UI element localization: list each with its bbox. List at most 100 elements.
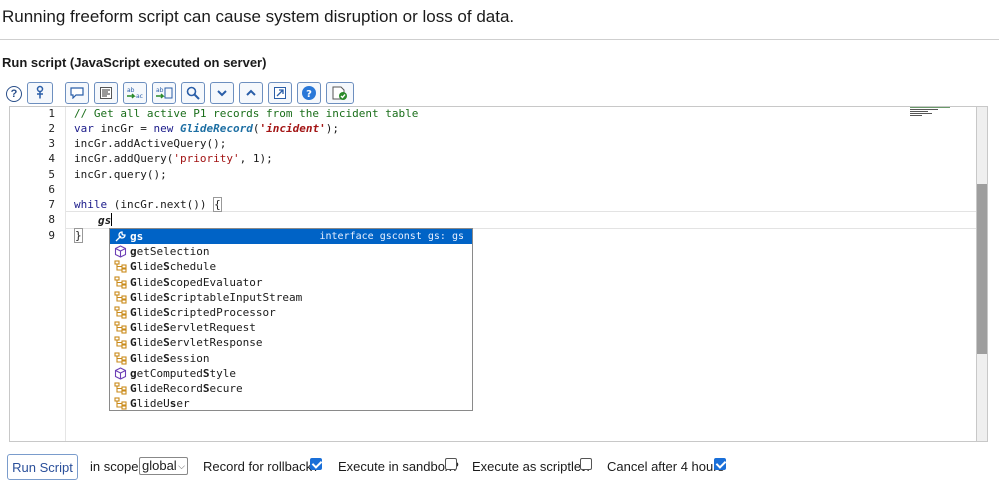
fullscreen-button[interactable]: [268, 82, 292, 104]
scope-label: in scope: [90, 459, 139, 474]
autocomplete-item[interactable]: GlideSchedule: [110, 259, 472, 274]
autocomplete-detail: interface gsconst gs: gs: [319, 231, 465, 242]
code-text: incGr.addQuery(: [74, 152, 174, 165]
autocomplete-item[interactable]: GlideRecordSecure: [110, 381, 472, 396]
line-number: 7: [48, 198, 55, 211]
autocomplete-item-label: GlideSession: [130, 351, 210, 365]
line-number: 4: [48, 152, 55, 165]
autocomplete-item[interactable]: GlideUser: [110, 396, 472, 411]
text-cursor: [111, 213, 113, 226]
code-line-4: incGr.addQuery('priority', 1);: [74, 152, 273, 165]
find-next-button[interactable]: [210, 82, 234, 104]
help-circle-icon: ?: [302, 86, 316, 100]
matching-brace: {: [213, 197, 222, 212]
code-string: 'incident': [259, 122, 326, 135]
scriptlet-label: Execute as scriptlet?: [472, 459, 592, 474]
autocomplete-list: gs interface gsconst gs: gs getSelection Gl…: [109, 228, 473, 411]
rollback-checkbox[interactable]: [310, 458, 322, 470]
class-icon: [114, 291, 127, 304]
section-title: Run script (JavaScript executed on serve…: [2, 55, 267, 70]
autocomplete-item-label: GlideUser: [130, 397, 190, 411]
scope-select[interactable]: global ⌵: [139, 457, 188, 475]
class-icon: [114, 306, 127, 319]
search-button[interactable]: [181, 82, 205, 104]
script-include-icon: [36, 85, 44, 99]
comment-icon: [70, 87, 84, 99]
comment-button[interactable]: [65, 82, 89, 104]
autocomplete-item-label: GlideScopedEvaluator: [130, 275, 263, 289]
autocomplete-item[interactable]: GlideServletResponse: [110, 335, 472, 350]
scriptlet-checkbox[interactable]: [580, 458, 592, 470]
help-circle-button[interactable]: ?: [297, 82, 321, 104]
fullscreen-icon: [274, 87, 286, 99]
editor-scrollbar-thumb[interactable]: [977, 184, 987, 354]
svg-text:ab: ab: [127, 87, 135, 94]
minimap[interactable]: [908, 106, 968, 126]
autocomplete-item-label: gs: [130, 230, 144, 243]
sandbox-label: Execute in sandbox?: [338, 459, 459, 474]
line-number: 1: [48, 107, 55, 120]
method-icon: [114, 245, 127, 258]
autocomplete-item-label: GlideScriptedProcessor: [130, 306, 276, 319]
script-include-button[interactable]: [27, 82, 53, 104]
divider: [0, 39, 999, 40]
replace-all-button[interactable]: ab: [152, 82, 176, 104]
code-line-5: incGr.query();: [74, 168, 167, 181]
class-icon: [114, 260, 127, 273]
scope-value: global: [142, 458, 177, 473]
class-icon: [114, 336, 127, 349]
cancel-label: Cancel after 4 hours: [607, 459, 725, 474]
autocomplete-item[interactable]: GlideServletRequest: [110, 320, 472, 335]
autocomplete-item[interactable]: GlideScriptableInputStream: [110, 290, 472, 305]
line-number: 3: [48, 137, 55, 150]
line-number: 8: [48, 213, 55, 226]
search-icon: [186, 86, 200, 100]
replace-all-icon: ab: [156, 87, 173, 99]
code-text: incGr =: [93, 122, 154, 135]
code-line-8: gs: [98, 213, 113, 227]
sandbox-checkbox[interactable]: [445, 458, 457, 470]
code-keyword: new: [153, 122, 174, 135]
wrench-icon: [114, 230, 127, 243]
autocomplete-item[interactable]: GlideScopedEvaluator: [110, 275, 472, 290]
autocomplete-item-label: GlideServletResponse: [130, 336, 263, 350]
autocomplete-item[interactable]: getSelection: [110, 244, 472, 259]
code-text: (incGr.next()): [107, 198, 214, 211]
rollback-label: Record for rollback?: [203, 459, 320, 474]
code-text: gs: [98, 214, 112, 227]
editor-toolbar: ? ab ac ab ?: [0, 82, 999, 108]
autocomplete-item-label: GlideRecordSecure: [130, 382, 243, 395]
check-syntax-button[interactable]: [326, 82, 354, 104]
class-icon: [114, 382, 127, 395]
autocomplete-item-label: getComputedStyle: [130, 366, 236, 380]
down-arrow-icon: [217, 90, 227, 97]
code-line-9: }: [74, 228, 83, 243]
format-button[interactable]: [94, 82, 118, 104]
autocomplete-item[interactable]: GlideScriptedProcessor: [110, 305, 472, 320]
code-string: 'priority': [173, 152, 240, 165]
code-line-3: incGr.addActiveQuery();: [74, 137, 227, 150]
line-number: 6: [48, 183, 55, 196]
find-previous-button[interactable]: [239, 82, 263, 104]
code-keyword: var: [74, 122, 94, 135]
autocomplete-item[interactable]: getComputedStyle: [110, 366, 472, 381]
cancel-after-checkbox[interactable]: [714, 458, 726, 470]
code-keyword: while: [74, 198, 108, 211]
format-icon: [100, 87, 112, 99]
code-line-7: while (incGr.next()) {: [74, 197, 222, 212]
help-icon[interactable]: ?: [6, 86, 22, 102]
code-type: GlideRecord: [173, 122, 253, 135]
svg-text:ab: ab: [156, 87, 164, 94]
class-icon: [114, 321, 127, 334]
autocomplete-item-label: GlideSchedule: [130, 260, 217, 274]
run-script-button[interactable]: Run Script: [7, 454, 78, 480]
code-text: );: [325, 122, 339, 135]
autocomplete-item[interactable]: GlideSession: [110, 351, 472, 366]
autocomplete-item-label: getSelection: [130, 245, 210, 259]
replace-button[interactable]: ab ac: [123, 82, 147, 104]
line-number: 2: [48, 122, 55, 135]
autocomplete-item-label: GlideServletRequest: [130, 321, 256, 335]
autocomplete-item[interactable]: gs interface gsconst gs: gs: [110, 229, 472, 245]
minimap-preview-icon: [910, 107, 950, 116]
class-icon: [114, 397, 127, 410]
